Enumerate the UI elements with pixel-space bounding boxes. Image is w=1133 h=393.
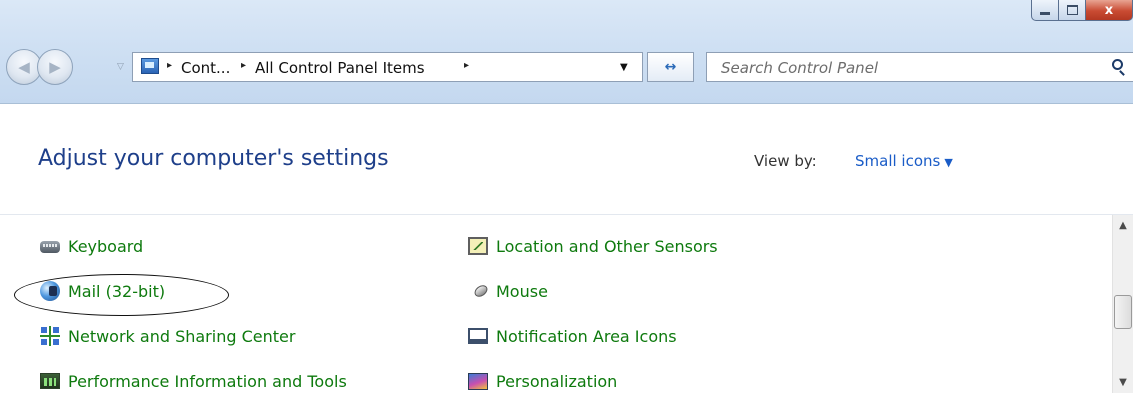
window-frame: x ◀ ▶ ▽ ▸ Cont... ▸ All Control Panel It… bbox=[0, 0, 1133, 104]
scroll-down-icon[interactable]: ▼ bbox=[1113, 373, 1133, 393]
notification-icon bbox=[468, 328, 488, 344]
performance-icon bbox=[40, 373, 60, 389]
vertical-scrollbar[interactable]: ▲ ▼ bbox=[1112, 215, 1133, 393]
back-arrow-icon: ◀ bbox=[18, 57, 30, 76]
item-label[interactable]: Location and Other Sensors bbox=[496, 237, 718, 256]
minimize-button[interactable] bbox=[1031, 0, 1059, 21]
chevron-down-icon: ▼ bbox=[944, 156, 953, 169]
refresh-button[interactable]: ↔ bbox=[647, 52, 694, 82]
refresh-icon: ↔ bbox=[664, 59, 677, 75]
minimize-icon bbox=[1040, 11, 1050, 15]
sensors-icon bbox=[468, 237, 488, 255]
header-divider bbox=[0, 214, 1133, 215]
breadcrumb-separator-icon[interactable]: ▸ bbox=[464, 60, 469, 71]
close-icon: x bbox=[1104, 2, 1114, 18]
item-location-sensors[interactable]: Location and Other Sensors bbox=[468, 234, 718, 258]
item-mouse[interactable]: Mouse bbox=[468, 279, 548, 303]
breadcrumb-separator-icon[interactable]: ▸ bbox=[241, 60, 246, 71]
forward-button[interactable]: ▶ bbox=[37, 49, 73, 85]
breadcrumb-control-panel[interactable]: Cont... bbox=[181, 59, 230, 77]
search-icon[interactable] bbox=[1112, 59, 1123, 70]
item-label[interactable]: Mouse bbox=[496, 282, 548, 301]
item-network-sharing[interactable]: Network and Sharing Center bbox=[40, 324, 295, 348]
item-label[interactable]: Performance Information and Tools bbox=[68, 372, 347, 391]
item-label[interactable]: Personalization bbox=[496, 372, 617, 391]
maximize-button[interactable] bbox=[1059, 0, 1086, 21]
item-personalization[interactable]: Personalization bbox=[468, 369, 617, 393]
personalization-icon bbox=[468, 372, 488, 390]
control-panel-icon bbox=[141, 58, 159, 74]
forward-arrow-icon: ▶ bbox=[49, 57, 61, 76]
annotation-ellipse bbox=[14, 274, 229, 316]
item-label[interactable]: Network and Sharing Center bbox=[68, 327, 295, 346]
item-notification-area[interactable]: Notification Area Icons bbox=[468, 324, 677, 348]
mouse-icon bbox=[468, 283, 488, 299]
breadcrumb-separator-icon[interactable]: ▸ bbox=[167, 60, 172, 71]
keyboard-icon bbox=[40, 241, 60, 253]
recent-pages-dropdown-icon[interactable]: ▽ bbox=[117, 62, 124, 72]
item-label[interactable]: Keyboard bbox=[68, 237, 143, 256]
item-keyboard[interactable]: Keyboard bbox=[40, 234, 143, 258]
page-title: Adjust your computer's settings bbox=[38, 146, 389, 171]
item-performance[interactable]: Performance Information and Tools bbox=[40, 369, 347, 393]
address-bar[interactable]: ▸ Cont... ▸ All Control Panel Items ▸ ▼ bbox=[132, 52, 643, 82]
scroll-up-icon[interactable]: ▲ bbox=[1113, 215, 1133, 237]
view-by-label: View by: bbox=[754, 152, 817, 170]
breadcrumb-all-items[interactable]: All Control Panel Items bbox=[255, 59, 425, 77]
search-input[interactable] bbox=[719, 57, 1083, 79]
maximize-icon bbox=[1066, 5, 1078, 15]
caption-buttons: x bbox=[1031, 0, 1133, 22]
network-icon bbox=[40, 326, 60, 346]
item-label[interactable]: Notification Area Icons bbox=[496, 327, 677, 346]
address-dropdown-icon[interactable]: ▼ bbox=[620, 62, 628, 73]
close-button[interactable]: x bbox=[1086, 0, 1133, 21]
scroll-thumb[interactable] bbox=[1114, 295, 1132, 329]
search-box[interactable] bbox=[706, 52, 1133, 82]
view-by-value: Small icons bbox=[855, 152, 941, 170]
view-by-dropdown[interactable]: Small icons ▼ bbox=[855, 152, 953, 170]
